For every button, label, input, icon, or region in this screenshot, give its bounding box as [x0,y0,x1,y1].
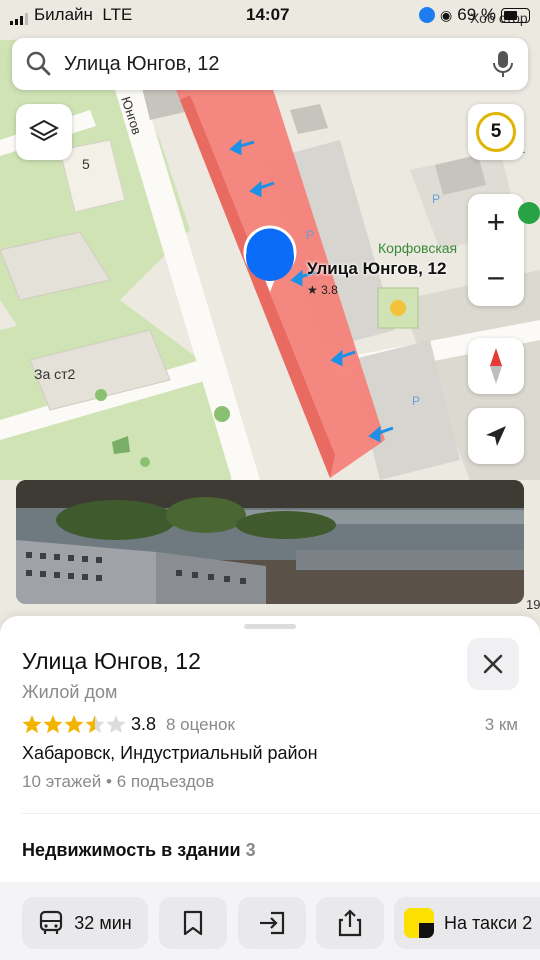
status-right: ◉ 69 % [419,5,530,25]
battery-percent: 69 % [457,5,496,24]
battery-icon [501,7,530,23]
share-button[interactable] [316,897,384,949]
map-view[interactable]: Юнгов 5 Корфовская Хоб стор Та За ст2 P … [0,0,540,620]
transit-time: 32 мин [74,912,132,933]
transit-route-button[interactable]: 32 мин [22,897,148,949]
traffic-score-button[interactable]: 5 [468,104,524,160]
microphone-icon[interactable] [490,50,516,78]
star-icon [64,715,84,733]
distance: 3 км [484,715,518,734]
tree [214,406,230,422]
location-icon [419,7,436,23]
traffic-score-badge: 5 [476,112,516,152]
signal-icon [10,10,30,30]
compass-button[interactable] [468,338,524,394]
layers-button[interactable] [16,104,72,160]
playground-icon [390,300,406,316]
parking-label: P [432,192,441,206]
action-bar: 32 мин На такси 2 [0,882,540,960]
realty-link[interactable]: Недвижимость в здании 3 [22,840,256,861]
edge-label: 19 [526,597,540,612]
marker-title[interactable]: Улица Юнгов, 12 [307,259,446,279]
close-icon [483,654,503,674]
alarm-icon: ◉ [440,6,453,23]
building-details: 10 этажей • 6 подъездов [22,772,215,791]
status-bar: Билайн LTE 14:07 ◉ 69 % [0,0,540,30]
star-half-icon [85,715,105,733]
star-icon [43,715,63,733]
zoom-out-button[interactable]: − [468,250,524,306]
poi-icon[interactable] [518,202,540,224]
reviews-count[interactable]: 8 оценок [166,715,235,735]
my-location-button[interactable] [468,408,524,464]
marker-rating: ★ 3.8 [307,283,338,297]
parking-label: P [412,394,421,408]
compass-icon [490,348,502,384]
place-card: Улица Юнгов, 12 Жилой дом 3.8 8 оценок 3… [0,616,540,960]
rating-value: 3.8 [131,714,157,734]
parking-label: P [306,228,315,242]
building-number: 5 [82,156,90,172]
share-icon [338,909,362,937]
entrance-button[interactable] [238,897,306,949]
poi-label[interactable]: Корфовская [378,240,457,256]
location-marker-head [246,233,294,281]
rating-stars[interactable] [22,714,126,736]
search-icon[interactable] [26,51,52,77]
tree [95,389,107,401]
photo-image [16,480,524,604]
close-button[interactable] [467,638,519,690]
place-photo[interactable] [16,480,524,604]
sheet-grabber[interactable] [244,624,296,629]
star-empty-icon [106,715,126,733]
place-address: Хабаровск, Индустриальный район [22,743,318,763]
tree [140,457,150,467]
taxi-icon [404,908,434,938]
clock: 14:07 [246,5,290,24]
building-label: За ст2 [34,366,76,382]
realty-count: 3 [245,840,256,860]
search-bar[interactable]: Улица Юнгов, 12 [12,38,528,90]
zoom-controls: + − [468,194,524,306]
divider [22,813,540,814]
carrier-label: Билайн LTE [34,5,133,24]
star-icon [22,715,42,733]
place-title: Улица Юнгов, 12 [22,648,201,674]
taxi-label: На такси 2 [444,912,533,933]
search-input[interactable]: Улица Юнгов, 12 [64,53,490,76]
bus-icon [40,910,63,934]
realty-label: Недвижимость в здании [22,840,241,860]
taxi-button[interactable]: На такси 2 [394,897,540,949]
enter-icon [260,911,285,935]
bookmark-icon [183,910,203,936]
place-category: Жилой дом [22,682,118,702]
bookmark-button[interactable] [159,897,227,949]
zoom-in-button[interactable]: + [468,194,524,250]
layers-icon [29,119,59,142]
navigation-arrow-icon [486,426,506,446]
